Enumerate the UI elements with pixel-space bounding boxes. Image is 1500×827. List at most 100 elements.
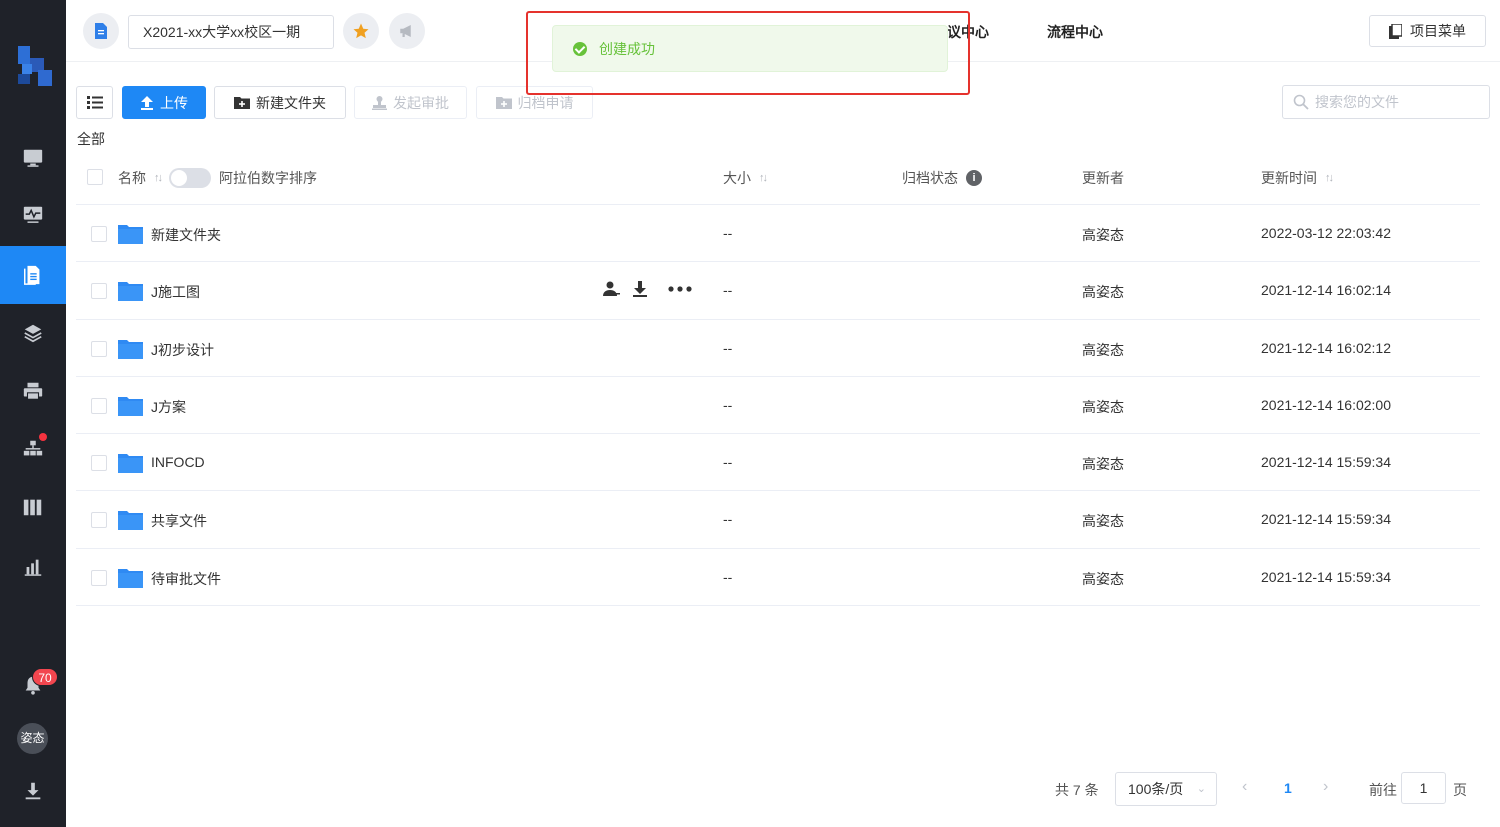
column-archive-status-header: 归档状态 i — [902, 168, 982, 188]
file-name[interactable]: J施工图 — [151, 282, 200, 302]
row-checkbox[interactable] — [91, 455, 107, 472]
table-row[interactable]: INFOCD -- 高姿态 2021-12-14 15:59:34 — [76, 434, 1480, 492]
sidebar-item-print[interactable] — [0, 362, 66, 420]
archive-request-label: 归档申请 — [517, 94, 574, 111]
sidebar-item-reports[interactable] — [0, 538, 66, 596]
table-row[interactable]: 待审批文件 -- 高姿态 2021-12-14 15:59:34 — [76, 549, 1480, 607]
download-icon[interactable] — [632, 281, 648, 298]
file-size: -- — [723, 568, 733, 585]
sidebar: 70 姿态 — [0, 0, 66, 827]
row-checkbox[interactable] — [91, 340, 107, 357]
column-name-label: 名称 — [118, 170, 146, 186]
table-row[interactable]: J初步设计 -- 高姿态 2021-12-14 16:02:12 — [76, 320, 1480, 377]
user-avatar[interactable]: 姿态 — [17, 723, 48, 754]
activity-monitor-icon — [23, 206, 43, 223]
file-updated-at: 2021-12-14 16:02:00 — [1261, 396, 1391, 413]
file-updater: 高姿态 — [1082, 341, 1124, 358]
file-updated-at: 2021-12-14 16:02:14 — [1261, 282, 1391, 299]
sort-icon[interactable]: ↑↓ — [759, 172, 768, 184]
row-actions — [602, 281, 692, 298]
info-icon[interactable]: i — [966, 170, 982, 186]
upload-label: 上传 — [160, 94, 188, 111]
table-row[interactable]: 新建文件夹 -- 高姿态 2022-03-12 22:03:42 — [76, 205, 1480, 263]
folder-icon — [118, 568, 143, 588]
layers-icon — [24, 324, 42, 343]
file-updater: 高姿态 — [1082, 398, 1124, 415]
arabic-sort-toggle[interactable] — [169, 168, 211, 188]
star-icon — [353, 23, 369, 39]
row-checkbox[interactable] — [91, 512, 107, 529]
project-selector[interactable]: X2021-xx大学xx校区一期 — [128, 15, 334, 49]
search-input[interactable] — [1315, 94, 1485, 110]
stamp-icon — [372, 95, 387, 110]
breadcrumb[interactable]: 全部 — [77, 129, 105, 149]
sidebar-item-library[interactable] — [0, 478, 66, 536]
file-updated-at: 2021-12-14 16:02:12 — [1261, 339, 1391, 356]
sidebar-item-documents[interactable] — [0, 246, 66, 304]
prev-page-button[interactable]: ‹ — [1242, 778, 1247, 796]
column-size-header[interactable]: 大小 ↑↓ — [723, 168, 768, 188]
table-row[interactable]: J方案 -- 高姿态 2021-12-14 16:02:00 — [76, 377, 1480, 435]
folder-icon — [118, 339, 143, 359]
list-view-button[interactable] — [76, 86, 113, 119]
sidebar-item-org-chart[interactable] — [0, 420, 66, 478]
search-icon — [1293, 94, 1309, 110]
nav-link-flow-center[interactable]: 流程中心 — [1047, 22, 1103, 42]
printer-icon — [23, 382, 43, 400]
notifications-button[interactable] — [0, 656, 66, 714]
row-checkbox[interactable] — [91, 397, 107, 414]
table-row[interactable]: J施工图 -- 高姿态 2021-12-14 16:02:14 — [76, 262, 1480, 320]
goto-page-input[interactable]: 1 — [1401, 772, 1446, 804]
file-name[interactable]: J初步设计 — [151, 340, 214, 360]
new-folder-button[interactable]: 新建文件夹 — [214, 86, 346, 119]
start-approval-button[interactable]: 发起审批 — [354, 86, 467, 119]
bar-chart-icon — [24, 559, 42, 576]
pagination-total: 共 7 条 — [1055, 782, 1099, 798]
chevron-down-icon: ⌄ — [1196, 783, 1206, 795]
file-updated-at: 2021-12-14 15:59:34 — [1261, 568, 1391, 585]
sidebar-item-monitor[interactable] — [0, 129, 66, 187]
page-size-select[interactable]: 100条/页 ⌄ — [1115, 772, 1217, 806]
share-user-icon[interactable] — [602, 281, 620, 297]
favorite-button[interactable] — [343, 13, 379, 49]
more-options-icon[interactable] — [668, 286, 692, 292]
sidebar-item-layers[interactable] — [0, 304, 66, 362]
announcement-button[interactable] — [389, 13, 425, 49]
file-updated-at: 2021-12-14 15:59:34 — [1261, 454, 1391, 471]
file-size: -- — [723, 339, 733, 356]
sort-icon[interactable]: ↑↓ — [154, 172, 163, 184]
goto-label: 前往 — [1369, 782, 1397, 798]
file-name[interactable]: J方案 — [151, 397, 186, 417]
file-size: -- — [723, 396, 733, 413]
row-checkbox[interactable] — [91, 226, 107, 242]
file-name[interactable]: 共享文件 — [151, 511, 207, 531]
notification-count-badge: 70 — [32, 668, 58, 686]
list-icon — [86, 96, 103, 109]
document-type-button[interactable] — [83, 13, 119, 49]
select-all-checkbox[interactable] — [87, 169, 103, 185]
column-name-header[interactable]: 名称 ↑↓ 阿拉伯数字排序 — [118, 168, 317, 188]
file-search-box[interactable] — [1282, 85, 1490, 119]
upload-button[interactable]: 上传 — [122, 86, 206, 119]
table-header: 名称 ↑↓ 阿拉伯数字排序 大小 ↑↓ 归档状态 i 更新者 更新时间 ↑↓ — [76, 148, 1480, 205]
column-updated-at-header[interactable]: 更新时间 ↑↓ — [1261, 168, 1334, 188]
notification-dot — [39, 433, 47, 441]
project-menu-button[interactable]: 项目菜单 — [1369, 15, 1486, 47]
file-updater: 高姿态 — [1082, 513, 1124, 530]
folder-plus-icon — [234, 97, 250, 109]
file-name[interactable]: 新建文件夹 — [151, 225, 221, 245]
folder-icon — [118, 396, 143, 416]
folder-icon — [118, 225, 143, 244]
folder-icon — [118, 454, 143, 474]
sort-icon[interactable]: ↑↓ — [1325, 172, 1334, 184]
page-number-current[interactable]: 1 — [1284, 780, 1292, 796]
table-row[interactable]: 共享文件 -- 高姿态 2021-12-14 15:59:34 — [76, 491, 1480, 549]
row-checkbox[interactable] — [91, 569, 107, 586]
file-name[interactable]: INFOCD — [151, 454, 205, 470]
app-logo[interactable] — [12, 42, 56, 90]
file-name[interactable]: 待审批文件 — [151, 569, 221, 589]
books-icon — [23, 499, 42, 516]
row-checkbox[interactable] — [91, 283, 107, 300]
next-page-button[interactable]: › — [1323, 778, 1328, 796]
sidebar-item-activity[interactable] — [0, 186, 66, 244]
